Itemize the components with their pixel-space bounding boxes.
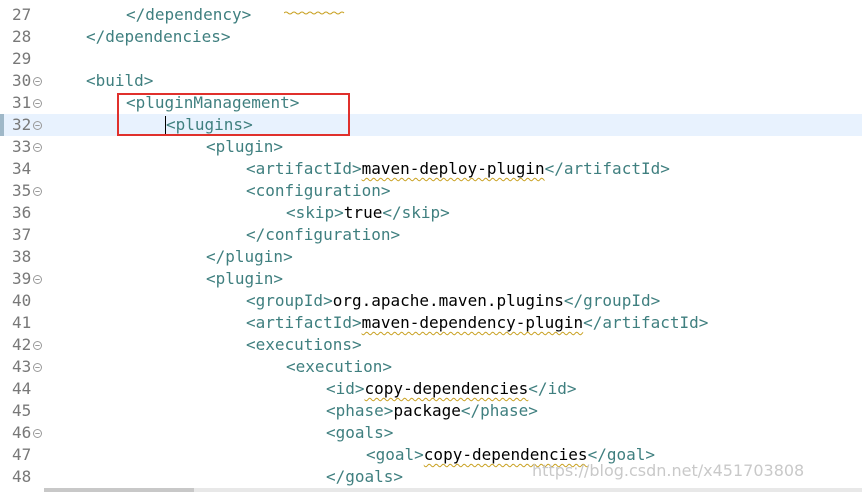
line-number: 37: [12, 225, 32, 244]
scrollbar-thumb[interactable]: [44, 488, 194, 492]
code-line-46[interactable]: 46 <goals>: [0, 422, 862, 444]
code-text[interactable]: <id>copy-dependencies</id>: [326, 378, 576, 400]
fold-collapse-icon[interactable]: [33, 77, 42, 86]
code-text[interactable]: <execution>: [286, 356, 392, 378]
code-line-33[interactable]: 33 <plugin>: [0, 136, 862, 158]
code-text[interactable]: <phase>package</phase>: [326, 400, 538, 422]
change-marker: [0, 114, 4, 136]
code-text[interactable]: </plugin>: [206, 246, 293, 268]
fold-collapse-icon[interactable]: [33, 275, 42, 284]
code-text[interactable]: </dependencies>: [86, 26, 231, 48]
code-text[interactable]: </dependency>: [126, 4, 251, 26]
code-line-27[interactable]: 27 </dependency>: [0, 4, 862, 26]
line-number: 41: [12, 313, 32, 332]
line-number: 44: [12, 379, 32, 398]
code-text[interactable]: <plugin>: [206, 268, 283, 290]
code-text[interactable]: <configuration>: [246, 180, 391, 202]
fold-collapse-icon[interactable]: [33, 187, 42, 196]
fold-collapse-icon[interactable]: [33, 121, 42, 130]
code-line-29[interactable]: 29: [0, 48, 862, 70]
code-line-36[interactable]: 36 <skip>true</skip>: [0, 202, 862, 224]
fold-collapse-icon[interactable]: [33, 143, 42, 152]
code-line-42[interactable]: 42 <executions>: [0, 334, 862, 356]
watermark: https://blog.csdn.net/x451703808: [532, 461, 805, 480]
line-number: 45: [12, 401, 32, 420]
line-number: 27: [12, 5, 32, 24]
code-text[interactable]: <executions>: [246, 334, 362, 356]
line-number: 29: [12, 49, 32, 68]
code-line-38[interactable]: 38 </plugin>: [0, 246, 862, 268]
fold-collapse-icon[interactable]: [33, 363, 42, 372]
fold-collapse-icon[interactable]: [33, 99, 42, 108]
code-text[interactable]: <artifactId>maven-dependency-plugin</art…: [246, 312, 708, 334]
code-line-44[interactable]: 44 <id>copy-dependencies</id>: [0, 378, 862, 400]
code-line-43[interactable]: 43 <execution>: [0, 356, 862, 378]
fold-collapse-icon[interactable]: [33, 341, 42, 350]
code-line-35[interactable]: 35 <configuration>: [0, 180, 862, 202]
code-line-37[interactable]: 37 </configuration>: [0, 224, 862, 246]
line-number: 48: [12, 467, 32, 486]
code-text[interactable]: <artifactId>maven-deploy-plugin</artifac…: [246, 158, 670, 180]
code-text[interactable]: <build>: [86, 70, 153, 92]
fold-collapse-icon[interactable]: [33, 429, 42, 438]
code-text[interactable]: <plugin>: [206, 136, 283, 158]
horizontal-scrollbar[interactable]: [44, 488, 862, 492]
line-number: 34: [12, 159, 32, 178]
line-number: 38: [12, 247, 32, 266]
code-text[interactable]: <skip>true</skip>: [286, 202, 450, 224]
line-number: 47: [12, 445, 32, 464]
code-text[interactable]: </configuration>: [246, 224, 400, 246]
text-cursor: [165, 116, 166, 134]
code-line-30[interactable]: 30 <build>: [0, 70, 862, 92]
code-text[interactable]: <goals>: [326, 422, 393, 444]
code-line-28[interactable]: 28 </dependencies>: [0, 26, 862, 48]
code-text[interactable]: </goals>: [326, 466, 403, 488]
code-line-39[interactable]: 39 <plugin>: [0, 268, 862, 290]
line-number: 36: [12, 203, 32, 222]
line-number: 40: [12, 291, 32, 310]
line-number: 28: [12, 27, 32, 46]
code-line-41[interactable]: 41 <artifactId>maven-dependency-plugin</a…: [0, 312, 862, 334]
code-line-40[interactable]: 40 <groupId>org.apache.maven.plugins</gro…: [0, 290, 862, 312]
code-line-34[interactable]: 34 <artifactId>maven-deploy-plugin</artif…: [0, 158, 862, 180]
code-editor[interactable]: 27 </dependency> 28 </dependencies> 29 30 <bui…: [0, 0, 862, 492]
code-line-45[interactable]: 45 <phase>package</phase>: [0, 400, 862, 422]
code-text[interactable]: <groupId>org.apache.maven.plugins</group…: [246, 290, 660, 312]
annotation-highlight-box: [117, 93, 350, 136]
